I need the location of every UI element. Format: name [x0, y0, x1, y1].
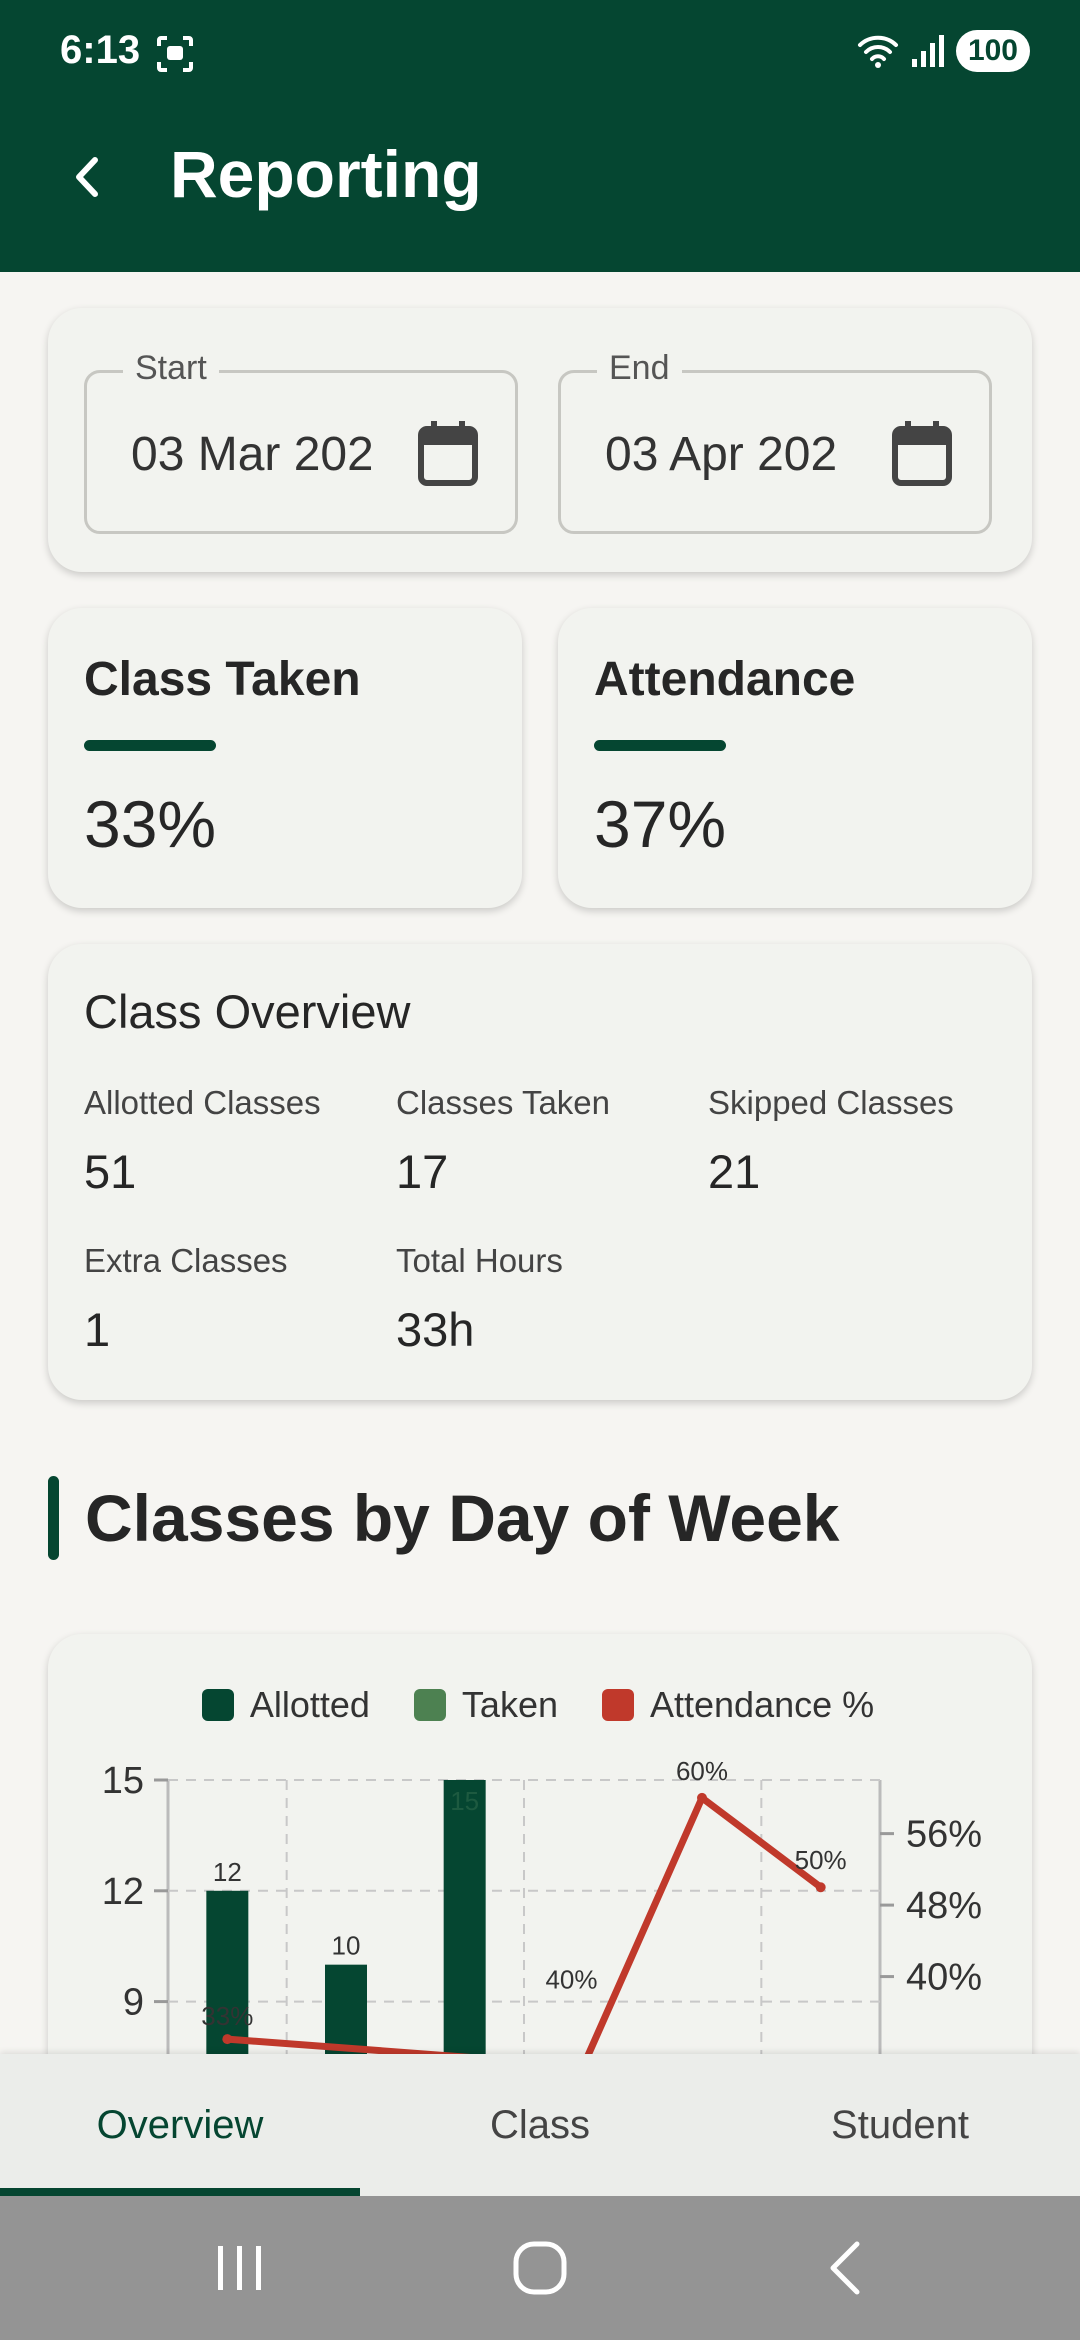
line-data-label: 50% [795, 1845, 847, 1875]
wifi-icon [857, 35, 898, 68]
start-date-label: Start [123, 349, 219, 388]
right-axis-tick-label: 56% [906, 1814, 982, 1856]
calendar-icon[interactable] [891, 419, 953, 492]
attendance-point [697, 1792, 707, 1803]
active-tab-indicator [0, 2188, 360, 2196]
right-axis-tick-label: 48% [906, 1885, 982, 1927]
total-hours-value: 33h [396, 1303, 475, 1356]
calendar-icon[interactable] [417, 419, 479, 492]
total-hours-label: Total Hours [396, 1242, 563, 1279]
attendance-card: Attendance 37% [558, 608, 1032, 908]
attendance-point [222, 2034, 233, 2045]
attendance-point [815, 1882, 826, 1893]
page-title: Reporting [170, 137, 482, 211]
left-axis-tick-label: 15 [102, 1760, 144, 1802]
bar-data-label: 15 [450, 1786, 479, 1816]
allotted-classes-value: 51 [84, 1145, 137, 1198]
back-button[interactable] [58, 142, 114, 212]
signal-icon [911, 35, 944, 67]
battery-badge: 100 [955, 30, 1030, 72]
accent-line [84, 740, 216, 751]
end-date-value: 03 Apr 202 [605, 428, 838, 481]
screenshot-icon [155, 34, 195, 79]
allotted-classes-label: Allotted Classes [84, 1084, 321, 1121]
right-axis-tick-label: 40% [906, 1957, 982, 1999]
recent-apps-icon [218, 2246, 261, 2290]
classes-taken-label: Classes Taken [396, 1084, 611, 1121]
start-date-value: 03 Mar 202 [131, 428, 371, 481]
line-data-label: 40% [545, 1965, 597, 1995]
tab-student[interactable]: Student [720, 2054, 1080, 2196]
app-header: 6:13 100 Reporting [0, 0, 1080, 272]
class-taken-title: Class Taken [84, 653, 361, 706]
skipped-classes-label: Skipped Classes [708, 1084, 954, 1121]
tab-class[interactable]: Class [360, 2054, 720, 2196]
home-button[interactable] [450, 2196, 630, 2340]
end-date-label: End [597, 349, 682, 388]
back-arrow-icon [830, 2241, 860, 2295]
tab-overview[interactable]: Overview [0, 2054, 360, 2196]
attendance-title: Attendance [594, 653, 856, 706]
section-title: Classes by Day of Week [85, 1481, 840, 1555]
status-indicators: 100 [856, 30, 1030, 72]
start-date-field[interactable]: Start 03 Mar 202 [84, 349, 518, 534]
recent-apps-button[interactable] [150, 2196, 330, 2340]
class-taken-value: 33% [84, 787, 217, 861]
system-nav-bar [0, 2196, 1080, 2340]
extra-classes-value: 1 [84, 1303, 111, 1356]
line-data-label: 33% [201, 2001, 253, 2031]
extra-classes-label: Extra Classes [84, 1242, 288, 1279]
chevron-left-icon [76, 157, 98, 197]
section-accent-bar [48, 1476, 59, 1560]
end-date-field[interactable]: End 03 Apr 202 [558, 349, 992, 534]
status-time: 6:13 [60, 28, 141, 72]
accent-line [594, 740, 726, 751]
class-overview-title: Class Overview [84, 985, 411, 1038]
skipped-classes-value: 21 [708, 1145, 761, 1198]
bar-data-label: 10 [332, 1931, 361, 1961]
classes-taken-value: 17 [396, 1145, 449, 1198]
bar-data-label: 12 [213, 1857, 242, 1887]
home-icon [513, 2241, 567, 2295]
bottom-tab-bar: Overview Class Student [0, 2054, 1080, 2196]
class-overview-card: Class Overview Allotted Classes 51 Class… [48, 944, 1032, 1400]
system-back-button[interactable] [755, 2196, 935, 2340]
line-data-label: 60% [676, 1756, 728, 1786]
left-axis-tick-label: 12 [102, 1871, 144, 1913]
left-axis-tick-label: 9 [123, 1982, 144, 2024]
attendance-value: 37% [594, 787, 727, 861]
class-taken-card: Class Taken 33% [48, 608, 522, 908]
